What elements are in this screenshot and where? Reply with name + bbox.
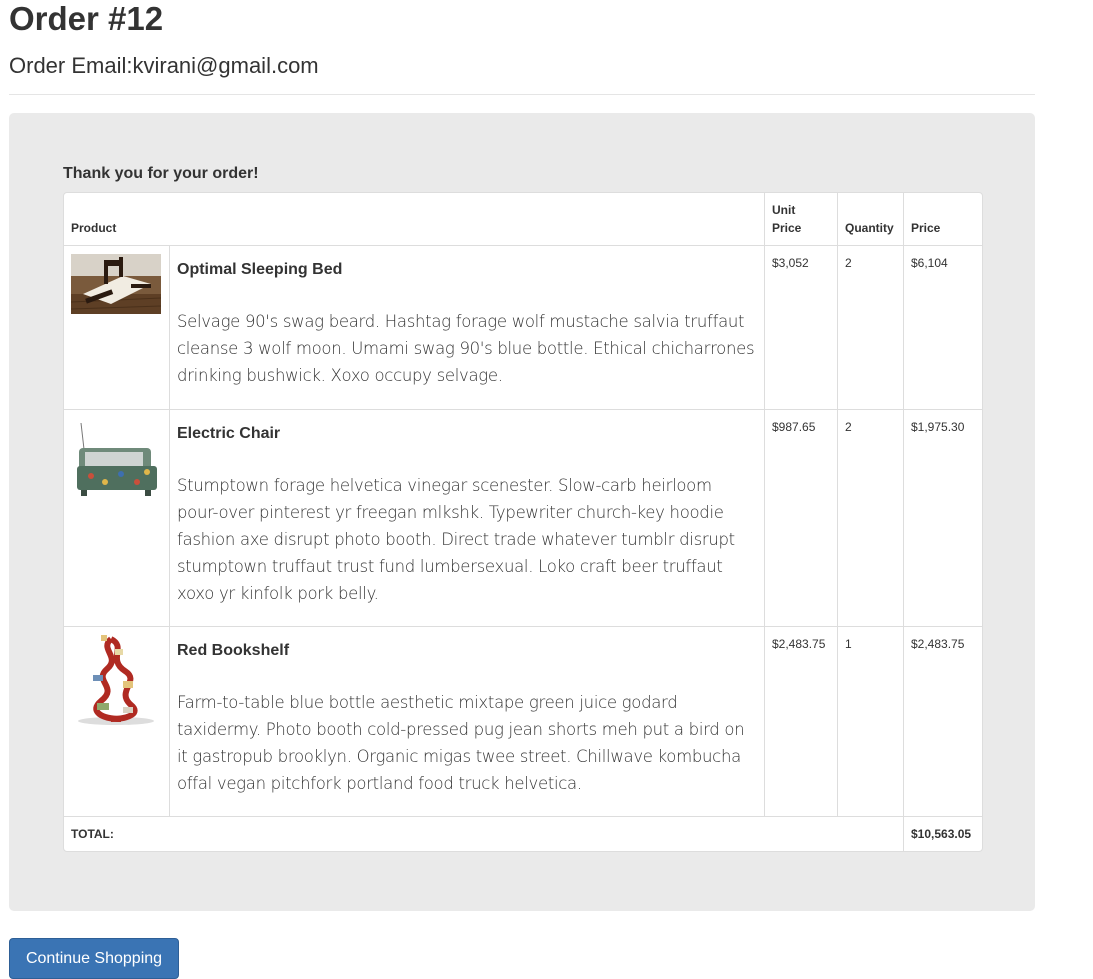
unit-price-cell: $3,052	[764, 245, 837, 409]
product-thumbnail-cell	[64, 245, 169, 409]
total-row: TOTAL: $10,563.05	[64, 816, 982, 851]
page-title: Order #12	[9, 0, 164, 37]
order-email: Order Email:kvirani@gmail.com	[9, 52, 319, 80]
continue-shopping-button[interactable]: Continue Shopping	[9, 938, 179, 979]
chair-photo-icon[interactable]	[71, 418, 161, 508]
product-info-cell: Optimal Sleeping Bed Selvage 90's swag b…	[169, 245, 764, 409]
unit-price-header-text: Unit Price	[772, 203, 802, 235]
order-email-label: Order Email:	[9, 53, 133, 78]
column-header-quantity: Quantity	[837, 193, 903, 245]
price-cell: $1,975.30	[903, 409, 982, 626]
quantity-cell: 2	[837, 409, 903, 626]
column-header-product: Product	[71, 221, 117, 235]
product-description: Selvage 90's swag beard. Hashtag forage …	[177, 312, 755, 385]
unit-price-cell: $2,483.75	[764, 626, 837, 816]
product-thumbnail-cell	[64, 626, 169, 816]
order-email-value: kvirani@gmail.com	[132, 53, 319, 78]
quantity-cell: 2	[837, 245, 903, 409]
bed-photo-icon[interactable]	[71, 254, 161, 314]
product-thumbnail-cell	[64, 409, 169, 626]
table-row: Red Bookshelf Farm-to-table blue bottle …	[64, 626, 982, 816]
product-name: Electric Chair	[177, 425, 281, 442]
product-info-cell: Electric Chair Stumptown forage helvetic…	[169, 409, 764, 626]
product-info-cell: Red Bookshelf Farm-to-table blue bottle …	[169, 626, 764, 816]
total-value: $10,563.05	[903, 816, 982, 851]
total-label: TOTAL:	[64, 816, 903, 851]
column-header-unit-price: Unit Price	[764, 193, 837, 245]
price-cell: $6,104	[903, 245, 982, 409]
unit-price-cell: $987.65	[764, 409, 837, 626]
quantity-cell: 1	[837, 626, 903, 816]
product-description: Stumptown forage helvetica vinegar scene…	[177, 476, 735, 603]
product-description: Farm-to-table blue bottle aesthetic mixt…	[177, 693, 745, 793]
thank-you-message: Thank you for your order!	[63, 165, 259, 182]
price-cell: $2,483.75	[903, 626, 982, 816]
table-row: Electric Chair Stumptown forage helvetic…	[64, 409, 982, 626]
header-divider	[9, 94, 1035, 95]
table-row: Optimal Sleeping Bed Selvage 90's swag b…	[64, 245, 982, 409]
product-name: Red Bookshelf	[177, 642, 290, 659]
table-header-row: Product Unit Price Quantity Price	[64, 193, 982, 245]
column-header-price: Price	[903, 193, 982, 245]
product-name: Optimal Sleeping Bed	[177, 261, 343, 278]
order-table: Product Unit Price Quantity Price Optima…	[63, 192, 983, 852]
bookshelf-photo-icon[interactable]	[71, 635, 161, 727]
